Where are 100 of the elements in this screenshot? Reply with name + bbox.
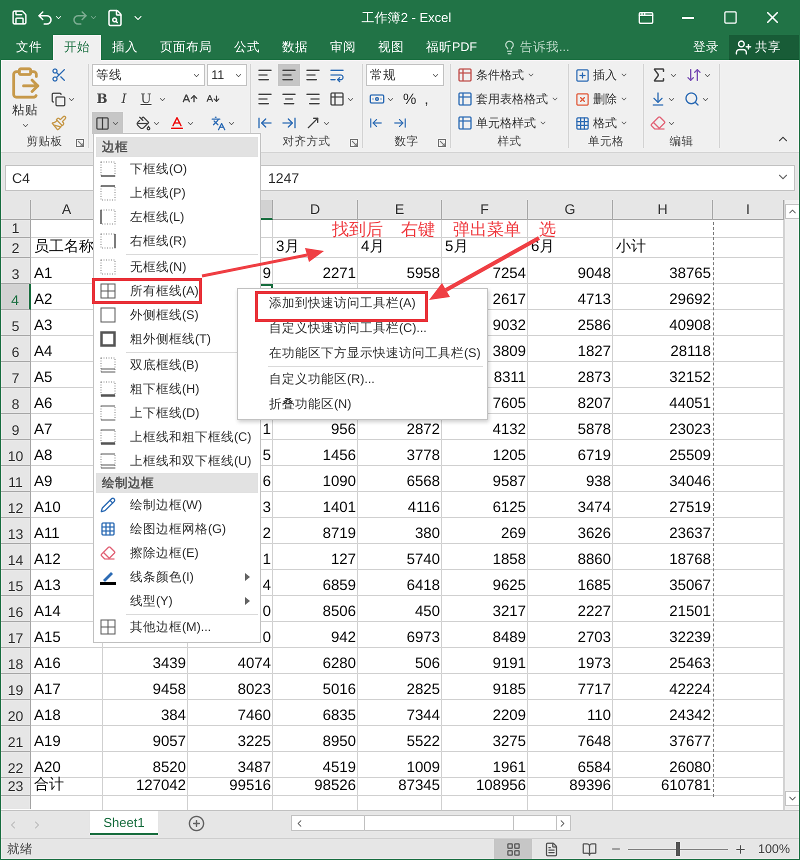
annotation-text: 找到后 (332, 221, 383, 239)
zoom-level: 100% (757, 842, 791, 856)
group-label: 对齐方式 (282, 134, 330, 150)
table-cell: A7 (34, 421, 52, 438)
table-cell: 员工名称 (34, 237, 94, 256)
table-cell: 5878 (578, 421, 611, 438)
table-cell: 2873 (578, 369, 611, 386)
table-cell: 28118 (670, 343, 711, 360)
table-cell: 127 (330, 551, 356, 568)
table-cell: 6418 (406, 577, 440, 594)
table-cell: 2617 (492, 291, 526, 308)
table-cell: 6859 (322, 577, 356, 594)
table-cell: 1827 (578, 343, 611, 360)
table-cell: 87345 (398, 777, 440, 794)
table-cell: 8207 (578, 395, 611, 412)
table-cell: A2 (34, 291, 52, 308)
table-cell: 506 (414, 655, 440, 672)
table-cell: 25463 (669, 655, 711, 672)
table-cell: 2872 (406, 421, 440, 438)
table-cell: 9458 (152, 681, 186, 698)
table-cell: 3809 (492, 343, 526, 360)
table-cell: 1009 (406, 759, 440, 776)
table-cell: 8520 (152, 759, 186, 776)
table-cell: 8023 (238, 681, 271, 698)
table-cell: 40908 (669, 317, 711, 334)
table-cell: 5016 (322, 681, 356, 698)
table-cell: 1685 (578, 577, 611, 594)
table-cell: 26080 (669, 759, 711, 776)
table-cell: 3月 (276, 237, 300, 256)
table-cell: 32239 (669, 629, 711, 646)
table-cell: 23637 (669, 525, 711, 542)
table-cell: 6719 (578, 447, 611, 464)
table-cell: A17 (34, 681, 61, 698)
table-cell: 610781 (660, 777, 711, 794)
table-cell: 小计 (616, 237, 646, 256)
table-cell: 0 (262, 629, 271, 646)
table-cell: 2825 (406, 681, 440, 698)
table-cell: 5522 (406, 733, 440, 750)
table-cell: 3487 (238, 759, 271, 776)
table-cell: 25509 (669, 447, 711, 464)
table-cell: 9057 (152, 733, 186, 750)
table-cell: 269 (500, 525, 526, 542)
table-cell: 4713 (578, 291, 611, 308)
table-cell: 29692 (669, 291, 711, 308)
table-cell: 35067 (669, 577, 711, 594)
table-cell: 2 (262, 525, 271, 542)
table-cell: 2271 (322, 265, 356, 282)
table-cell: A15 (34, 629, 61, 646)
table-cell: A14 (34, 603, 61, 620)
table-cell: 8860 (578, 551, 611, 568)
table-cell: 6 (262, 473, 271, 490)
table-cell: 2586 (578, 317, 611, 334)
table-cell: 27519 (669, 499, 711, 516)
table-cell: A18 (34, 707, 61, 724)
table-cell: 99516 (229, 777, 271, 794)
table-cell: 4074 (238, 655, 271, 672)
table-cell: 1961 (492, 759, 526, 776)
table-cell: 合计 (34, 775, 64, 794)
table-cell: A16 (34, 655, 61, 672)
table-cell: 8719 (322, 525, 356, 542)
table-cell: 5740 (406, 551, 440, 568)
table-cell: 8950 (322, 733, 356, 750)
table-cell: 6973 (406, 629, 440, 646)
annotation-text: 右键 (401, 221, 435, 239)
table-cell: 938 (586, 473, 611, 490)
table-cell: 3474 (578, 499, 611, 516)
table-cell: 450 (414, 603, 440, 620)
table-cell: 3778 (406, 447, 440, 464)
menu-heading: 边框 (96, 137, 258, 157)
table-cell: 9587 (492, 473, 526, 490)
table-cell: 4132 (492, 421, 526, 438)
status-text: 就绪 (7, 842, 33, 856)
table-cell: A19 (34, 733, 61, 750)
table-cell: A5 (34, 369, 52, 386)
table-cell: 32152 (669, 369, 711, 386)
group-label: 样式 (498, 134, 522, 150)
table-cell: 4116 (408, 499, 440, 516)
table-cell: 942 (330, 629, 356, 646)
table-cell: 6568 (406, 473, 440, 490)
table-cell: 6584 (578, 759, 611, 776)
table-cell: 8489 (492, 629, 526, 646)
group-label: 数字 (394, 134, 418, 150)
table-cell: 9625 (492, 577, 526, 594)
table-cell: 24342 (669, 707, 711, 724)
table-cell: 7648 (578, 733, 611, 750)
table-cell: 1456 (322, 447, 356, 464)
table-cell: 7605 (492, 395, 526, 412)
table-cell: 7344 (406, 707, 440, 724)
table-cell: 3225 (238, 733, 271, 750)
table-cell: A3 (34, 317, 52, 334)
table-cell: 9 (262, 265, 271, 282)
table-cell: 21501 (669, 603, 711, 620)
table-cell: 380 (414, 525, 440, 542)
table-cell: 7254 (492, 265, 526, 282)
group-label: 剪贴板 (26, 134, 62, 150)
table-cell: 34046 (669, 473, 711, 490)
table-cell: 1 (262, 551, 271, 568)
table-cell-text: 4月 (361, 238, 384, 256)
table-cell: 0 (262, 603, 271, 620)
table-cell: 4519 (322, 759, 356, 776)
